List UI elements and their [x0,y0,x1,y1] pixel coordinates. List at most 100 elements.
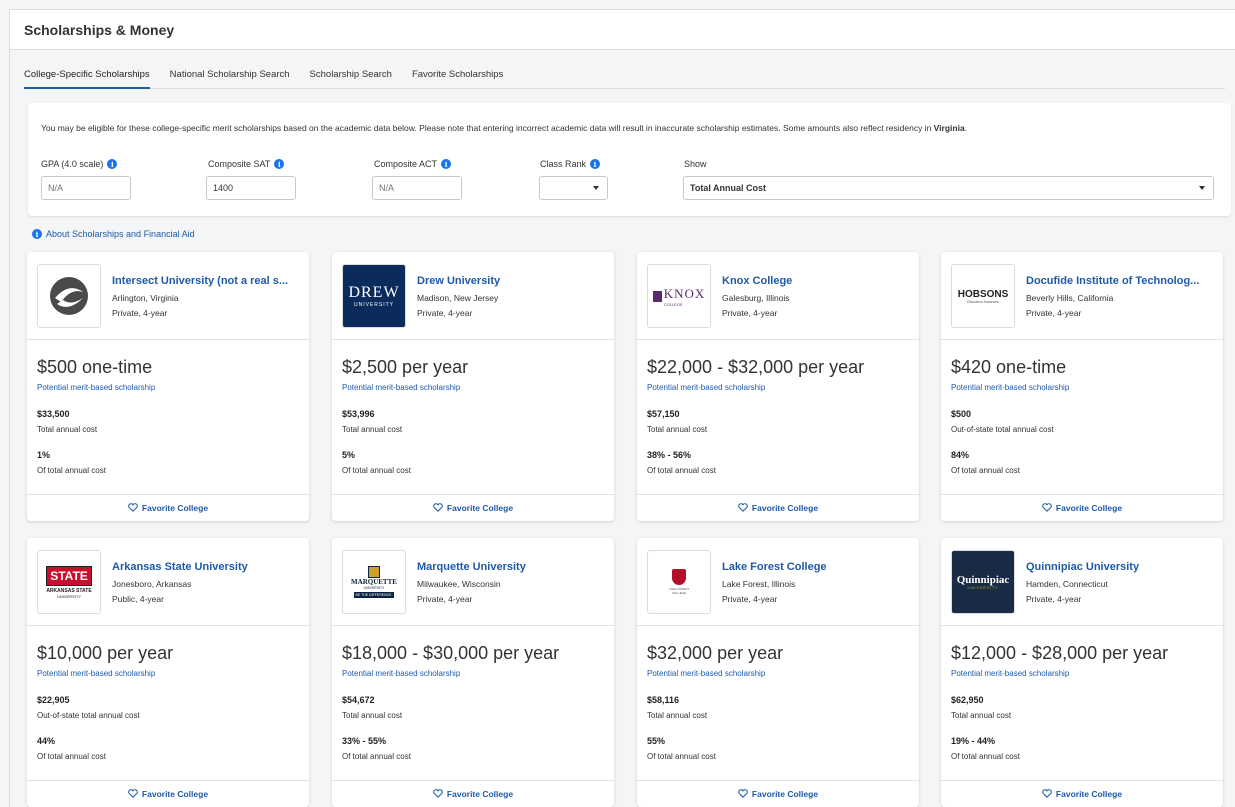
cost-percent-value: 33% - 55% [342,736,387,746]
college-name-link[interactable]: Lake Forest College [722,561,912,573]
favorite-college-button[interactable]: Favorite College [941,780,1223,806]
hobsons-logo-sub: Education Advances [967,299,999,304]
heart-icon [738,789,748,798]
about-link-text: About Scholarships and Financial Aid [46,229,195,239]
favorite-college-button[interactable]: Favorite College [332,780,614,806]
favorite-college-button[interactable]: Favorite College [27,494,309,520]
college-logo: STATE ARKANSAS STATE UNIVERSITY [37,550,101,614]
favorite-college-label: Favorite College [1055,502,1123,513]
cost-percent-label: Of total annual cost [37,752,106,761]
sat-input[interactable] [206,176,296,200]
annual-cost-value: $62,950 [951,695,984,705]
quinnipiac-logo-sub: UNIVERSITY [967,586,999,590]
drew-logo-sub: UNIVERSITY [353,302,394,308]
gpa-label: GPA (4.0 scale) i [41,159,118,169]
college-name-link[interactable]: Knox College [722,275,912,287]
class-rank-info-icon[interactable]: i [590,159,601,169]
annual-cost-value: $57,150 [647,409,680,419]
act-info-icon[interactable]: i [441,159,452,169]
notice-text: You may be eligible for these college-sp… [41,123,934,133]
merit-scholarship-label: Potential merit-based scholarship [647,669,766,678]
college-logo: MARQUETTE UNIVERSITY BE THE DIFFERENCE. [342,550,406,614]
college-card: Quinnipiac UNIVERSITY Quinnipiac Universit… [941,538,1223,807]
favorite-college-button[interactable]: Favorite College [332,494,614,520]
college-name-link[interactable]: Drew University [417,275,607,287]
college-logo [37,264,101,328]
college-header: DREW UNIVERSITY Drew University Madison, Ne… [332,252,614,340]
favorite-college-button[interactable]: Favorite College [637,780,919,806]
college-header: STATE ARKANSAS STATE UNIVERSITY Arkansas St… [27,538,309,626]
gpa-input[interactable] [41,176,131,200]
show-value: Total Annual Cost [690,183,766,193]
class-rank-label: Class Rank i [540,159,601,169]
page-header: Scholarships & Money [10,10,1235,50]
annual-cost-value: $54,672 [342,695,375,705]
annual-cost-label: Out-of-state total annual cost [951,425,1054,434]
sat-label: Composite SAT i [208,159,285,169]
favorite-college-label: Favorite College [1055,788,1123,799]
college-type: Private, 4-year [417,308,473,318]
page-title: Scholarships & Money [24,22,175,38]
class-rank-select[interactable] [539,176,608,200]
favorite-college-button[interactable]: Favorite College [941,494,1223,520]
cost-percent-label: Of total annual cost [342,466,411,475]
eligibility-notice: You may be eligible for these college-sp… [41,123,967,133]
sat-info-icon[interactable]: i [274,159,285,169]
heart-icon [128,789,138,798]
tab-national-scholarship-search[interactable]: National Scholarship Search [170,67,290,89]
college-name-link[interactable]: Intersect University (not a real s... [112,275,302,287]
tab-favorite-scholarships[interactable]: Favorite Scholarships [412,67,503,89]
act-label-text: Composite ACT [374,159,438,169]
show-label: Show [684,159,707,169]
show-select[interactable]: Total Annual Cost [683,176,1214,200]
favorite-college-label: Favorite College [446,502,514,513]
cost-percent-label: Of total annual cost [951,752,1020,761]
college-name-link[interactable]: Arkansas State University [112,561,302,573]
college-header: Quinnipiac UNIVERSITY Quinnipiac Universit… [941,538,1223,626]
favorite-college-button[interactable]: Favorite College [27,780,309,806]
favorite-college-label: Favorite College [446,788,514,799]
annual-cost-label: Total annual cost [951,711,1012,720]
merit-scholarship-label: Potential merit-based scholarship [951,669,1070,678]
act-input[interactable] [372,176,462,200]
quinnipiac-logo-text: Quinnipiac [956,574,1010,586]
cost-percent-label: Of total annual cost [951,466,1020,475]
college-name-link[interactable]: Docufide Institute of Technolog... [1026,275,1216,287]
cost-percent-value: 84% [951,450,970,460]
cost-percent-label: Of total annual cost [647,466,716,475]
annual-cost-value: $53,996 [342,409,375,419]
annual-cost-value: $22,905 [37,695,70,705]
college-card: HOBSONS Education Advances Docufide Instit… [941,252,1223,521]
favorite-college-label: Favorite College [141,788,209,799]
annual-cost-label: Total annual cost [342,425,403,434]
heart-icon [738,503,748,512]
intersect-logo-icon [50,277,88,315]
college-location: Madison, New Jersey [417,293,499,303]
college-name-link[interactable]: Quinnipiac University [1026,561,1216,573]
college-type: Private, 4-year [1026,308,1082,318]
tab-college-specific-scholarships[interactable]: College-Specific Scholarships [24,67,150,89]
college-type: Private, 4-year [722,308,778,318]
college-card: Intersect University (not a real s... Arl… [27,252,309,521]
gpa-info-icon[interactable]: i [107,159,118,169]
college-header: KNOX COLLEGE Knox College Galesburg, Illino… [637,252,919,340]
academic-filters: You may be eligible for these college-sp… [28,103,1231,216]
college-logo: Quinnipiac UNIVERSITY [951,550,1015,614]
knox-logo-text: KNOX [663,285,706,301]
sat-label-text: Composite SAT [208,159,271,169]
annual-cost-label: Out-of-state total annual cost [37,711,140,720]
favorite-college-button[interactable]: Favorite College [637,494,919,520]
college-name-link[interactable]: Marquette University [417,561,607,573]
college-logo: KNOX COLLEGE [647,264,711,328]
info-icon: i [32,229,42,239]
college-logo: HOBSONS Education Advances [951,264,1015,328]
heart-icon [1042,503,1052,512]
residency-state: Virginia [933,123,965,133]
cost-percent-label: Of total annual cost [647,752,716,761]
about-scholarships-link[interactable]: i About Scholarships and Financial Aid [32,229,195,239]
college-header: HOBSONS Education Advances Docufide Instit… [941,252,1223,340]
scholarship-amount: $32,000 per year [647,643,784,663]
tab-scholarship-search[interactable]: Scholarship Search [310,67,392,89]
college-type: Private, 4-year [1026,594,1082,604]
college-type: Public, 4-year [112,594,164,604]
